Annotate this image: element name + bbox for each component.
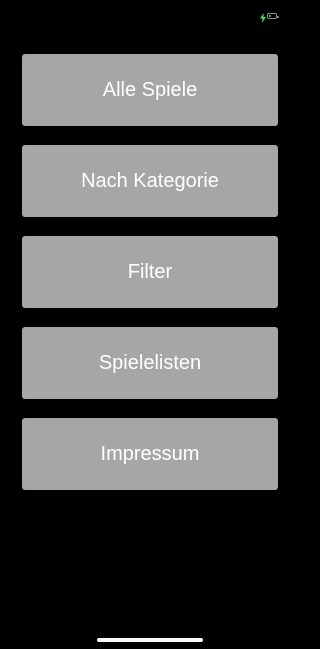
all-games-label: Alle Spiele bbox=[102, 78, 198, 101]
all-games-button[interactable]: Alle Spiele bbox=[22, 54, 278, 126]
by-category-button[interactable]: Nach Kategorie bbox=[22, 145, 278, 217]
home-indicator[interactable] bbox=[97, 638, 203, 642]
battery-icon bbox=[267, 13, 279, 19]
filter-button[interactable]: Filter bbox=[22, 236, 278, 308]
battery-cap bbox=[277, 16, 279, 18]
bolt-icon bbox=[260, 10, 266, 23]
game-lists-button[interactable]: Spielelisten bbox=[22, 327, 278, 399]
imprint-button[interactable]: Impressum bbox=[22, 418, 278, 490]
filter-label: Filter bbox=[127, 260, 173, 283]
by-category-label: Nach Kategorie bbox=[81, 169, 219, 192]
status-bar bbox=[0, 0, 300, 34]
battery-level bbox=[269, 15, 271, 17]
imprint-label: Impressum bbox=[100, 442, 200, 465]
game-lists-label: Spielelisten bbox=[98, 351, 202, 374]
main-menu: Alle Spiele Nach Kategorie Filter Spiele… bbox=[22, 54, 278, 509]
